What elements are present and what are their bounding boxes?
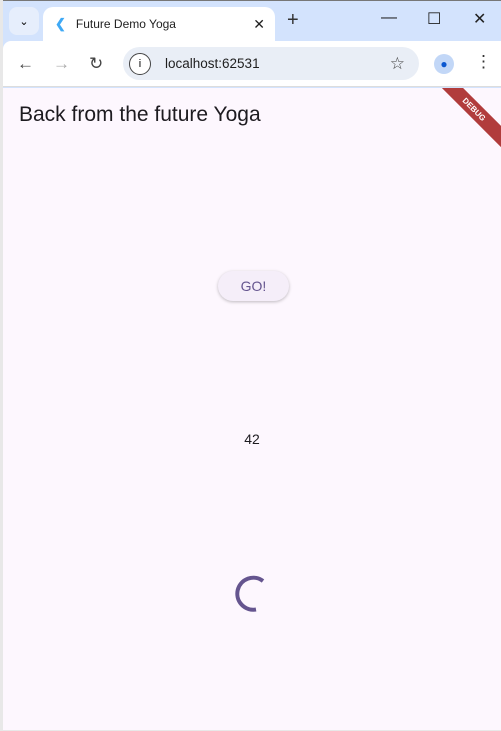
- browser-window: ⌄ ❮ Future Demo Yoga ✕ + — ☐ ✕ ← → ↻ i l…: [3, 0, 501, 730]
- tab-title: Future Demo Yoga: [75, 17, 176, 31]
- forward-button[interactable]: →: [53, 54, 70, 74]
- profile-avatar[interactable]: ●: [434, 54, 454, 74]
- new-tab-button[interactable]: +: [287, 9, 299, 32]
- close-tab-icon[interactable]: ✕: [253, 16, 265, 33]
- page-title: Back from the future Yoga: [19, 103, 261, 126]
- loading-spinner: [235, 575, 265, 612]
- debug-banner: DEBUG: [429, 88, 501, 154]
- go-button[interactable]: GO!: [218, 271, 289, 301]
- tab-search-button[interactable]: ⌄: [9, 7, 39, 35]
- tab-bar: ⌄ ❮ Future Demo Yoga ✕ + — ☐ ✕: [3, 1, 501, 41]
- reload-button[interactable]: ↻: [89, 54, 103, 74]
- result-value: 42: [244, 431, 260, 447]
- address-bar[interactable]: i localhost:62531 ☆: [123, 47, 419, 80]
- minimize-button[interactable]: —: [381, 9, 397, 27]
- toolbar: ← → ↻ i localhost:62531 ☆ ● ⋮: [3, 41, 501, 87]
- app-content: Back from the future Yoga DEBUG GO! 42: [3, 88, 501, 730]
- info-icon[interactable]: i: [129, 52, 151, 75]
- url-text[interactable]: localhost:62531: [165, 56, 260, 71]
- menu-icon[interactable]: ⋮: [475, 52, 492, 72]
- close-window-button[interactable]: ✕: [473, 9, 486, 29]
- maximize-button[interactable]: ☐: [427, 9, 441, 29]
- chevron-down-icon: ⌄: [19, 15, 29, 28]
- back-button[interactable]: ←: [17, 54, 34, 74]
- browser-tab[interactable]: ❮ Future Demo Yoga ✕: [43, 7, 275, 41]
- bookmark-star-icon[interactable]: ☆: [390, 54, 405, 74]
- flutter-icon: ❮: [55, 16, 66, 31]
